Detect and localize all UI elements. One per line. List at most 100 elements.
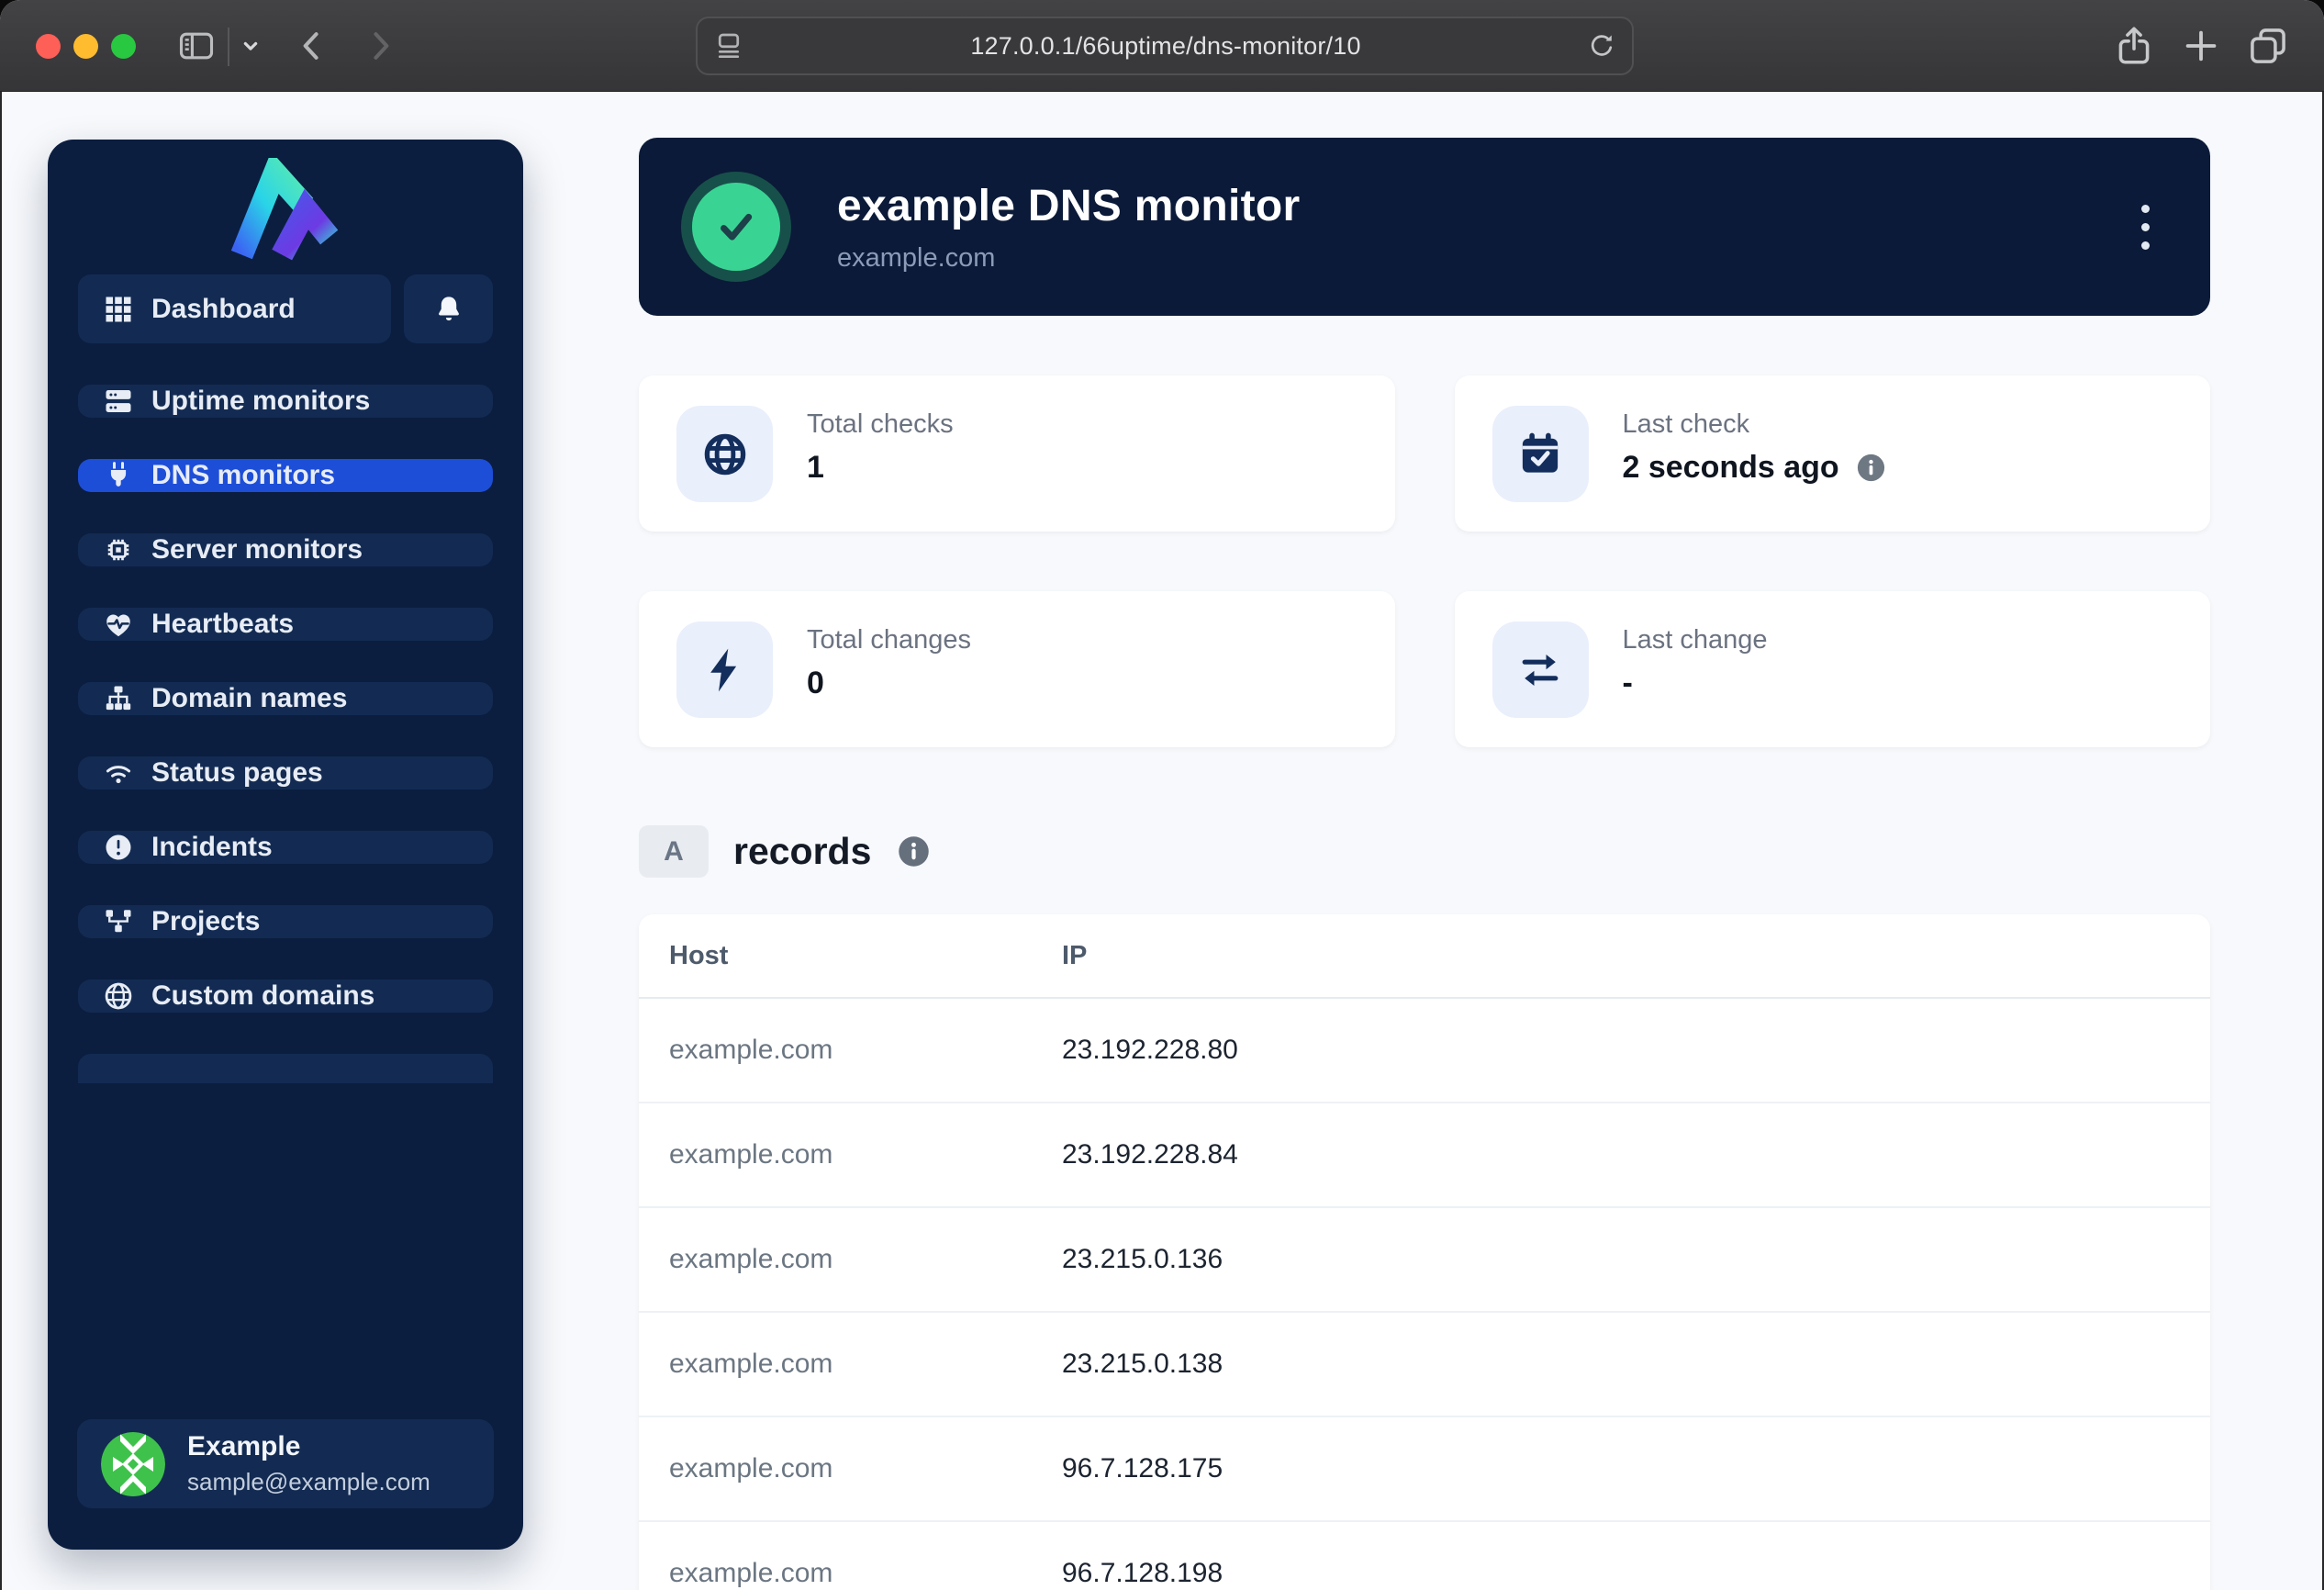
page-title: example DNS monitor: [837, 181, 1300, 231]
window-close-button[interactable]: [36, 34, 61, 59]
forward-icon: [360, 26, 400, 66]
table-row: example.com 23.192.228.80: [639, 999, 2210, 1103]
host-cell: example.com: [669, 1035, 1062, 1066]
table-row: example.com 23.215.0.136: [639, 1208, 2210, 1313]
browser-toolbar: 127.0.0.1/66uptime/dns-monitor/10: [0, 0, 2324, 92]
ip-cell: 96.7.128.175: [1062, 1453, 2210, 1484]
sidebar-item-heartbeats[interactable]: Heartbeats: [78, 608, 493, 641]
stat-card-last-check: Last check 2 seconds ago: [1455, 375, 2211, 532]
bolt-icon: [676, 621, 773, 718]
bell-icon: [433, 294, 464, 325]
stat-value: 2 seconds ago: [1623, 450, 1839, 486]
stat-value: -: [1623, 666, 1633, 701]
user-menu[interactable]: Example sample@example.com: [77, 1419, 494, 1508]
host-cell: example.com: [669, 1139, 1062, 1170]
url-text[interactable]: 127.0.0.1/66uptime/dns-monitor/10: [745, 32, 1586, 61]
stat-label: Total changes: [807, 625, 971, 655]
sidebar-item-label: Uptime monitors: [151, 386, 370, 417]
monitor-actions-menu[interactable]: [2132, 196, 2159, 259]
alert-circle-icon: [102, 831, 135, 864]
sidebar: Dashboard: [48, 140, 523, 1550]
sidebar-item-label: Heartbeats: [151, 609, 294, 640]
sidebar-item-server-monitors[interactable]: Server monitors: [78, 533, 493, 566]
reload-icon[interactable]: [1586, 30, 1617, 62]
user-text: Example sample@example.com: [187, 1431, 430, 1496]
monitor-header-card: example DNS monitor example.com: [639, 138, 2210, 316]
sidebar-item-dashboard[interactable]: Dashboard: [78, 274, 391, 343]
server-icon: [102, 385, 135, 418]
back-icon[interactable]: [292, 26, 332, 66]
grid-icon: [102, 293, 135, 326]
user-name: Example: [187, 1431, 430, 1462]
window-minimize-button[interactable]: [73, 34, 98, 59]
sidebar-item-label: Custom domains: [151, 980, 374, 1012]
tab-overview-icon[interactable]: [2245, 23, 2291, 69]
heart-pulse-icon: [102, 608, 135, 641]
monitor-title-block: example DNS monitor example.com: [837, 181, 1300, 274]
sidebar-toggle-icon[interactable]: [176, 26, 217, 66]
sidebar-item-uptime-monitors[interactable]: Uptime monitors: [78, 385, 493, 418]
host-cell: example.com: [669, 1558, 1062, 1589]
ip-cell: 23.192.228.84: [1062, 1139, 2210, 1170]
table-row: example.com 96.7.128.175: [639, 1417, 2210, 1522]
user-email: sample@example.com: [187, 1468, 430, 1496]
sidebar-item-projects[interactable]: Projects: [78, 905, 493, 938]
page-background: Dashboard: [0, 92, 2324, 1590]
sidebar-item-custom-domains[interactable]: Custom domains: [78, 980, 493, 1013]
diagram-project-icon: [102, 905, 135, 938]
ip-cell: 23.215.0.136: [1062, 1244, 2210, 1275]
wifi-icon: [102, 756, 135, 789]
sidebar-item-label: Status pages: [151, 757, 323, 789]
sidebar-item-domain-names[interactable]: Domain names: [78, 682, 493, 715]
records-table: Host IP example.com 23.192.228.80 exampl…: [639, 914, 2210, 1590]
sidebar-item-label: Domain names: [151, 683, 347, 714]
stat-value: 1: [807, 450, 824, 486]
sidebar-item-label: DNS monitors: [151, 460, 335, 491]
sidebar-item-status-pages[interactable]: Status pages: [78, 756, 493, 789]
stat-label: Total checks: [807, 409, 954, 440]
host-cell: example.com: [669, 1244, 1062, 1275]
stat-card-total-changes: Total changes 0: [639, 591, 1395, 747]
info-icon[interactable]: [1855, 452, 1887, 484]
records-section-header: A records: [639, 825, 932, 878]
sidebar-item-partial[interactable]: [78, 1054, 493, 1083]
chevron-down-icon[interactable]: [237, 32, 264, 60]
sidebar-nav: Dashboard: [78, 274, 493, 1083]
sitemap-icon: [102, 682, 135, 715]
address-bar[interactable]: 127.0.0.1/66uptime/dns-monitor/10: [696, 17, 1634, 75]
monitor-domain: example.com: [837, 243, 1300, 274]
table-row: example.com 96.7.128.198: [639, 1522, 2210, 1590]
notifications-button[interactable]: [404, 274, 493, 343]
table-header-row: Host IP: [639, 914, 2210, 999]
sidebar-item-label: Server monitors: [151, 534, 363, 565]
toolbar-separator: [228, 28, 229, 66]
stat-value: 0: [807, 666, 824, 701]
sidebar-item-label: Dashboard: [151, 294, 296, 325]
host-cell: example.com: [669, 1453, 1062, 1484]
info-icon[interactable]: [896, 834, 932, 869]
status-up-badge: [681, 172, 791, 282]
new-tab-icon[interactable]: [2179, 24, 2223, 68]
sidebar-item-label: Projects: [151, 906, 260, 937]
stat-card-total-checks: Total checks 1: [639, 375, 1395, 532]
sidebar-item-dns-monitors[interactable]: DNS monitors: [78, 459, 493, 492]
record-type-badge: A: [639, 825, 709, 878]
window-zoom-button[interactable]: [111, 34, 136, 59]
ip-cell: 23.215.0.138: [1062, 1349, 2210, 1380]
reader-icon[interactable]: [712, 29, 745, 62]
column-header-host: Host: [669, 941, 1062, 971]
sidebar-item-label: Incidents: [151, 832, 273, 863]
share-icon[interactable]: [2111, 23, 2157, 69]
globe-icon: [102, 980, 135, 1013]
avatar: [101, 1432, 165, 1496]
swap-arrows-icon: [1492, 621, 1589, 718]
app-logo: [229, 158, 341, 265]
table-row: example.com 23.192.228.84: [639, 1103, 2210, 1208]
browser-window: 127.0.0.1/66uptime/dns-monitor/10: [0, 0, 2324, 1590]
plug-icon: [102, 459, 135, 492]
host-cell: example.com: [669, 1349, 1062, 1380]
sidebar-item-incidents[interactable]: Incidents: [78, 831, 493, 864]
records-title: records: [733, 830, 871, 873]
main-content: example DNS monitor example.com Total ch…: [639, 92, 2210, 1590]
stat-label: Last change: [1623, 625, 1768, 655]
